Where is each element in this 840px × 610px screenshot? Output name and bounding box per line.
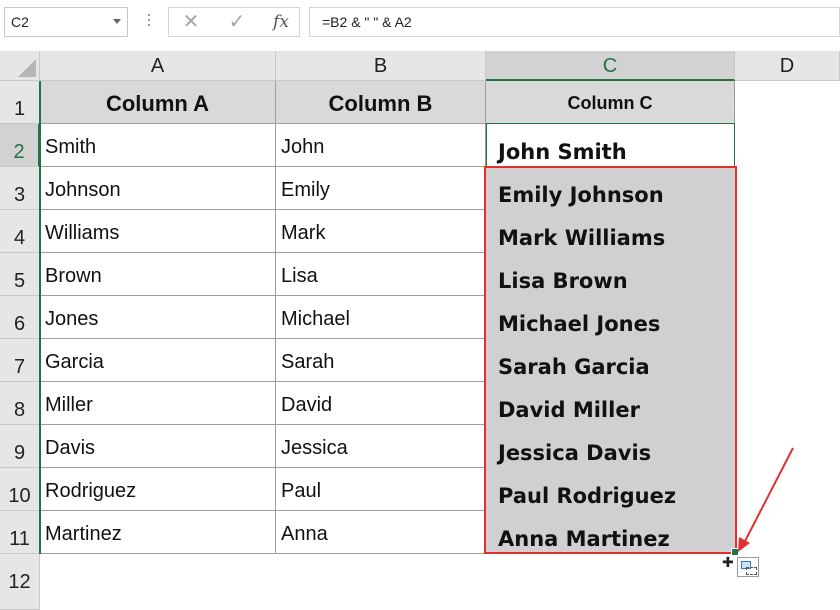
cell-b10[interactable]: Paul	[276, 468, 486, 511]
autofill-options-icon[interactable]	[737, 557, 759, 577]
row-header[interactable]: 9	[0, 425, 40, 468]
cell-b5[interactable]: Lisa	[276, 253, 486, 296]
cell-a8[interactable]: Miller	[40, 382, 276, 425]
formula-bar: C2 ✕ ✓ fx =B2 & " " & A2	[0, 0, 840, 47]
formula-input[interactable]: =B2 & " " & A2	[309, 7, 840, 37]
row-header[interactable]: 4	[0, 210, 40, 253]
cell-b9[interactable]: Jessica	[276, 425, 486, 468]
cell-b3[interactable]: Emily	[276, 167, 486, 210]
column-header-d[interactable]: D	[735, 51, 840, 81]
cancel-icon[interactable]: ✕	[179, 11, 203, 33]
row-header[interactable]: 1	[0, 81, 40, 124]
arrow-line	[742, 447, 794, 546]
cell-a11[interactable]: Martinez	[40, 511, 276, 554]
cell-b7[interactable]: Sarah	[276, 339, 486, 382]
cell-a4[interactable]: Williams	[40, 210, 276, 253]
row-header[interactable]: 3	[0, 167, 40, 210]
crosshair-cursor-icon: ✚	[722, 554, 734, 570]
name-box[interactable]: C2	[4, 7, 128, 37]
cell-b2[interactable]: John	[276, 124, 486, 167]
column-header-a[interactable]: A	[40, 51, 276, 81]
formula-buttons: ✕ ✓ fx	[168, 7, 300, 37]
column-header-b[interactable]: B	[276, 51, 486, 81]
arrow-head	[738, 537, 750, 552]
enter-icon[interactable]: ✓	[225, 11, 249, 33]
cell-a6[interactable]: Jones	[40, 296, 276, 339]
cell-b8[interactable]: David	[276, 382, 486, 425]
column-header-c[interactable]: C	[486, 51, 735, 81]
cell-c1[interactable]: Column C	[486, 81, 735, 124]
row-header[interactable]: 2	[0, 124, 40, 167]
chevron-down-icon[interactable]	[113, 19, 121, 24]
cell-a9[interactable]: Davis	[40, 425, 276, 468]
drag-handle-icon[interactable]	[148, 14, 150, 30]
cell-b6[interactable]: Michael	[276, 296, 486, 339]
active-cell-border	[486, 123, 735, 167]
cell-a7[interactable]: Garcia	[40, 339, 276, 382]
name-box-value: C2	[11, 14, 29, 30]
cell-a2[interactable]: Smith	[40, 124, 276, 167]
row-header[interactable]: 8	[0, 382, 40, 425]
select-all-icon	[18, 59, 36, 77]
row-header[interactable]: 7	[0, 339, 40, 382]
row-header[interactable]: 11	[0, 511, 40, 554]
cell-a1[interactable]: Column A	[40, 81, 276, 124]
row-header[interactable]: 10	[0, 468, 40, 511]
row-header[interactable]: 5	[0, 253, 40, 296]
insert-function-icon[interactable]: fx	[269, 11, 293, 33]
cell-b1[interactable]: Column B	[276, 81, 486, 124]
filled-range-highlight	[484, 166, 737, 554]
row-header[interactable]: 6	[0, 296, 40, 339]
cell-b11[interactable]: Anna	[276, 511, 486, 554]
formula-text: =B2 & " " & A2	[322, 14, 412, 30]
cell-b4[interactable]: Mark	[276, 210, 486, 253]
row-header[interactable]: 12	[0, 554, 40, 610]
cell-a5[interactable]: Brown	[40, 253, 276, 296]
cell-a10[interactable]: Rodriguez	[40, 468, 276, 511]
row-selection-indicator	[39, 81, 41, 554]
cell-a3[interactable]: Johnson	[40, 167, 276, 210]
select-all-button[interactable]	[0, 51, 40, 81]
